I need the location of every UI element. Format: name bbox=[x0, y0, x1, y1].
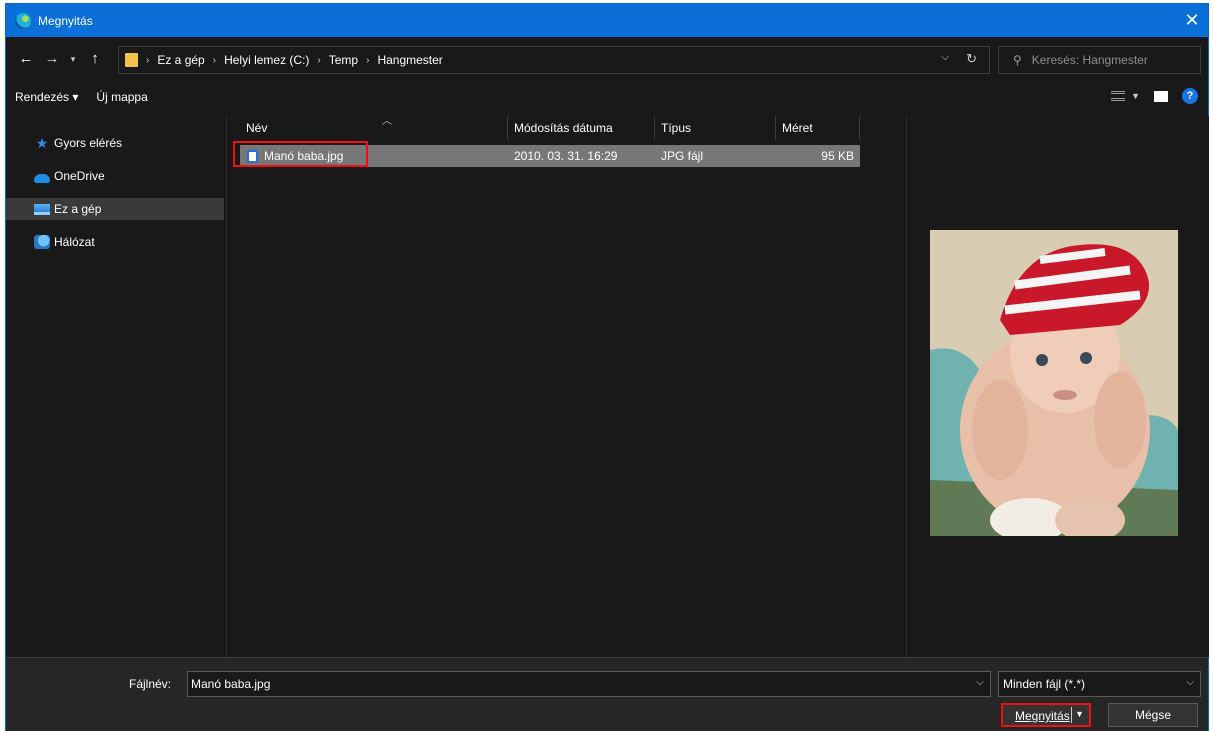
pc-icon bbox=[34, 203, 50, 215]
preview-pane-icon[interactable] bbox=[1154, 90, 1168, 102]
search-placeholder: Keresés: Hangmester bbox=[1031, 53, 1148, 67]
command-bar: Rendezés ▾ Új mappa ▼ ? bbox=[6, 84, 1208, 110]
back-icon[interactable]: ← bbox=[17, 50, 35, 68]
up-icon[interactable]: ↑ bbox=[86, 50, 104, 68]
preview-pane bbox=[906, 116, 1209, 657]
change-view-button[interactable]: ▼ bbox=[1111, 91, 1140, 101]
view-icon bbox=[1111, 91, 1126, 101]
nav-item-label: Hálózat bbox=[54, 235, 95, 249]
cloud-icon bbox=[34, 173, 50, 183]
address-row: ← → ▾ ↑ › Ez a gép › Helyi lemez (C:) › … bbox=[6, 44, 1208, 76]
file-type-value: Minden fájl (*.*) bbox=[1003, 677, 1086, 691]
nav-item-quick-access[interactable]: ★ Gyors elérés bbox=[6, 132, 224, 154]
view-controls: ▼ ? bbox=[1111, 88, 1198, 104]
breadcrumb-this-pc[interactable]: Ez a gép bbox=[157, 53, 204, 67]
address-bar[interactable]: › Ez a gép › Helyi lemez (C:) › Temp › H… bbox=[118, 46, 990, 74]
recent-dropdown-icon[interactable]: ▾ bbox=[64, 50, 82, 68]
nav-item-network[interactable]: Hálózat bbox=[6, 231, 224, 253]
file-type: JPG fájl bbox=[661, 149, 704, 163]
file-list: Név ︿ Módosítás dátuma Típus Méret Manó … bbox=[228, 116, 906, 657]
breadcrumb-temp[interactable]: Temp bbox=[329, 53, 358, 67]
refresh-icon[interactable]: ↻ bbox=[966, 51, 977, 67]
open-dropdown-icon[interactable]: ▼ bbox=[1075, 709, 1084, 719]
file-modified: 2010. 03. 31. 16:29 bbox=[514, 149, 618, 163]
chevron-down-icon[interactable]: ⌵ bbox=[976, 677, 984, 688]
breadcrumb-separator-icon: › bbox=[317, 54, 321, 66]
star-icon: ★ bbox=[35, 135, 49, 151]
open-button-label: Megnyitás bbox=[1015, 709, 1070, 723]
cancel-button[interactable]: Mégse bbox=[1108, 703, 1198, 727]
nav-item-label: OneDrive bbox=[54, 169, 105, 183]
search-input[interactable]: ⚲ Keresés: Hangmester bbox=[998, 46, 1201, 74]
split-divider bbox=[1071, 707, 1072, 723]
edge-icon bbox=[15, 12, 31, 29]
folder-icon bbox=[125, 53, 138, 67]
column-header-type[interactable]: Típus bbox=[655, 116, 776, 140]
nav-item-onedrive[interactable]: OneDrive bbox=[6, 165, 224, 187]
column-size-label: Méret bbox=[782, 121, 813, 135]
filename-field[interactable]: Manó baba.jpg ⌵ bbox=[187, 671, 991, 697]
new-folder-button[interactable]: Új mappa bbox=[96, 90, 147, 104]
breadcrumb-separator-icon: › bbox=[366, 54, 370, 66]
dialog-footer: Fájlnév: Manó baba.jpg ⌵ Minden fájl (*.… bbox=[6, 657, 1208, 731]
nav-item-label: Gyors elérés bbox=[54, 136, 123, 150]
chevron-down-icon: ⌵ bbox=[1186, 677, 1194, 688]
window-title: Megnyitás bbox=[38, 13, 93, 28]
filename-label: Fájlnév: bbox=[129, 677, 172, 691]
breadcrumb-local-disk[interactable]: Helyi lemez (C:) bbox=[224, 53, 309, 67]
column-modified-label: Módosítás dátuma bbox=[514, 121, 613, 135]
breadcrumb-separator-icon: › bbox=[146, 54, 150, 66]
column-name-label: Név bbox=[246, 121, 268, 135]
selection-highlight bbox=[233, 141, 368, 167]
sort-ascending-icon: ︿ bbox=[382, 116, 392, 127]
file-size: 95 KB bbox=[821, 149, 854, 163]
search-icon: ⚲ bbox=[1013, 53, 1022, 67]
breadcrumb-separator-icon: › bbox=[212, 54, 217, 66]
filename-value: Manó baba.jpg bbox=[191, 677, 271, 691]
title-bar: Megnyitás ✕ bbox=[6, 4, 1208, 37]
column-header-modified[interactable]: Módosítás dátuma bbox=[508, 116, 655, 140]
network-icon bbox=[34, 235, 50, 249]
nav-item-label: Ez a gép bbox=[54, 202, 102, 216]
file-type-select[interactable]: Minden fájl (*.*) ⌵ bbox=[998, 671, 1201, 697]
column-type-label: Típus bbox=[661, 121, 692, 135]
breadcrumb-hangmester[interactable]: Hangmester bbox=[377, 53, 442, 67]
navigation-pane: ★ Gyors elérés OneDrive Ez a gép Hálózat bbox=[6, 116, 227, 657]
chevron-down-icon: ▼ bbox=[1131, 91, 1140, 101]
column-header-name[interactable]: Név ︿ bbox=[240, 116, 508, 140]
forward-icon[interactable]: → bbox=[43, 50, 61, 68]
open-button[interactable]: Megnyitás ▼ bbox=[1001, 703, 1091, 727]
address-dropdown-icon[interactable]: ⌵ bbox=[941, 52, 949, 63]
organize-button[interactable]: Rendezés ▾ bbox=[15, 90, 78, 104]
close-icon[interactable]: ✕ bbox=[1182, 10, 1202, 30]
baby-photo bbox=[930, 230, 1178, 536]
image-preview bbox=[930, 230, 1178, 536]
column-header-size[interactable]: Méret bbox=[776, 116, 860, 140]
open-file-dialog: Megnyitás ✕ ← → ▾ ↑ › Ez a gép › Helyi l… bbox=[5, 3, 1209, 731]
help-icon[interactable]: ? bbox=[1182, 88, 1198, 104]
nav-item-this-pc[interactable]: Ez a gép bbox=[6, 198, 224, 220]
